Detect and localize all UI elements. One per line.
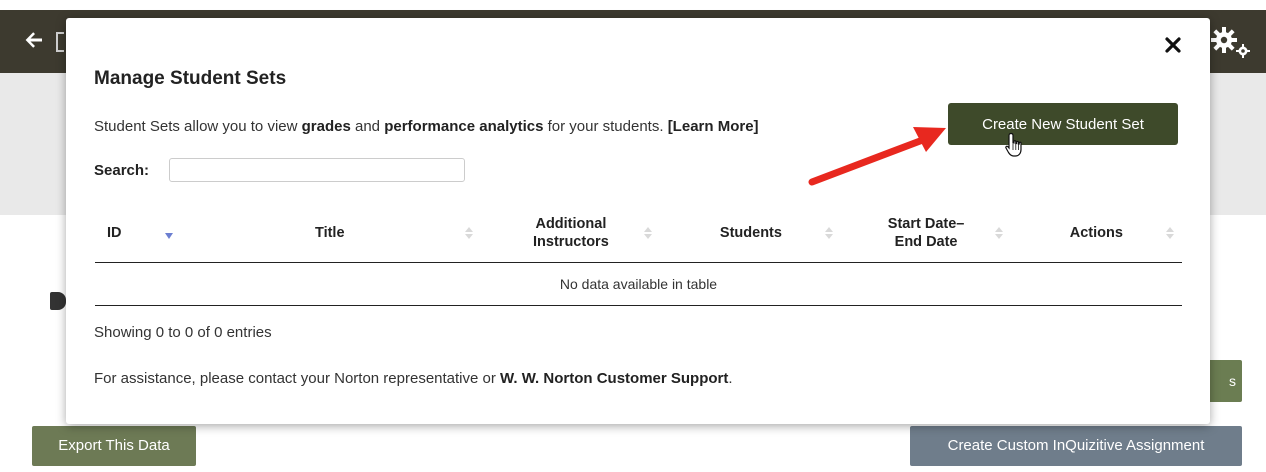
table-info-text: Showing 0 to 0 of 0 entries bbox=[94, 324, 272, 341]
description-prefix: Student Sets allow you to view bbox=[94, 118, 302, 135]
sort-icon bbox=[994, 227, 1003, 239]
sort-icon bbox=[1166, 227, 1174, 239]
description-analytics: performance analytics bbox=[384, 118, 544, 135]
customer-support-link[interactable]: W. W. Norton Customer Support bbox=[500, 370, 728, 387]
column-header-date-line2: End Date bbox=[894, 234, 958, 250]
column-header-title-label: Title bbox=[314, 225, 345, 241]
description-and: and bbox=[350, 118, 385, 135]
description-grades: grades bbox=[301, 118, 351, 135]
column-header-actions-label: Actions bbox=[1069, 225, 1123, 241]
table-header-row: ID Title Additional Instructors Students … bbox=[95, 204, 1182, 263]
create-inquizitive-assignment-button[interactable]: Create Custom InQuizitive Assignment bbox=[910, 426, 1242, 466]
search-label: Search: bbox=[94, 162, 150, 179]
column-header-date-line1: Start Date– bbox=[887, 216, 965, 232]
column-header-additional-line2: Instructors bbox=[533, 234, 609, 250]
sort-descending-icon bbox=[165, 233, 173, 239]
gears-icon[interactable] bbox=[1208, 24, 1254, 60]
column-header-title[interactable]: Title bbox=[178, 204, 482, 263]
learn-more-link[interactable]: [Learn More] bbox=[668, 118, 759, 135]
column-header-students-label: Students bbox=[719, 225, 782, 241]
assistance-suffix: . bbox=[728, 370, 733, 387]
partial-action-button-label: s bbox=[1229, 373, 1236, 389]
breadcrumb-bracket bbox=[56, 32, 64, 52]
column-header-start-end-date[interactable]: Start Date– End Date bbox=[841, 204, 1011, 263]
create-new-student-set-button[interactable]: Create New Student Set bbox=[948, 103, 1178, 145]
manage-student-sets-dialog: Manage Student Sets Student Sets allow y… bbox=[66, 18, 1210, 424]
student-sets-table: ID Title Additional Instructors Students … bbox=[95, 204, 1182, 306]
assistance-text: For assistance, please contact your Nort… bbox=[94, 370, 733, 387]
assistance-prefix: For assistance, please contact your Nort… bbox=[94, 370, 501, 387]
arrow-left-icon[interactable] bbox=[22, 28, 46, 52]
column-header-additional-line1: Additional bbox=[535, 216, 607, 232]
speaker-icon bbox=[50, 292, 66, 310]
column-header-students[interactable]: Students bbox=[660, 204, 842, 263]
column-header-id-label: ID bbox=[107, 225, 122, 241]
dialog-description: Student Sets allow you to view grades an… bbox=[94, 118, 759, 135]
description-suffix: for your students. bbox=[543, 118, 668, 135]
search-input[interactable] bbox=[169, 158, 465, 182]
export-data-button[interactable]: Export This Data bbox=[32, 426, 196, 466]
column-header-actions[interactable]: Actions bbox=[1010, 204, 1182, 263]
close-icon[interactable] bbox=[1164, 36, 1182, 54]
column-header-id[interactable]: ID bbox=[95, 204, 179, 263]
dialog-title: Manage Student Sets bbox=[94, 68, 287, 89]
column-header-additional-instructors[interactable]: Additional Instructors bbox=[481, 204, 661, 263]
sort-icon bbox=[465, 227, 474, 239]
table-row: No data available in table bbox=[95, 262, 1182, 306]
sort-icon bbox=[825, 227, 834, 239]
empty-table-message: No data available in table bbox=[95, 262, 1182, 306]
hand-pointer-icon bbox=[1005, 132, 1022, 157]
sort-icon bbox=[644, 227, 653, 239]
